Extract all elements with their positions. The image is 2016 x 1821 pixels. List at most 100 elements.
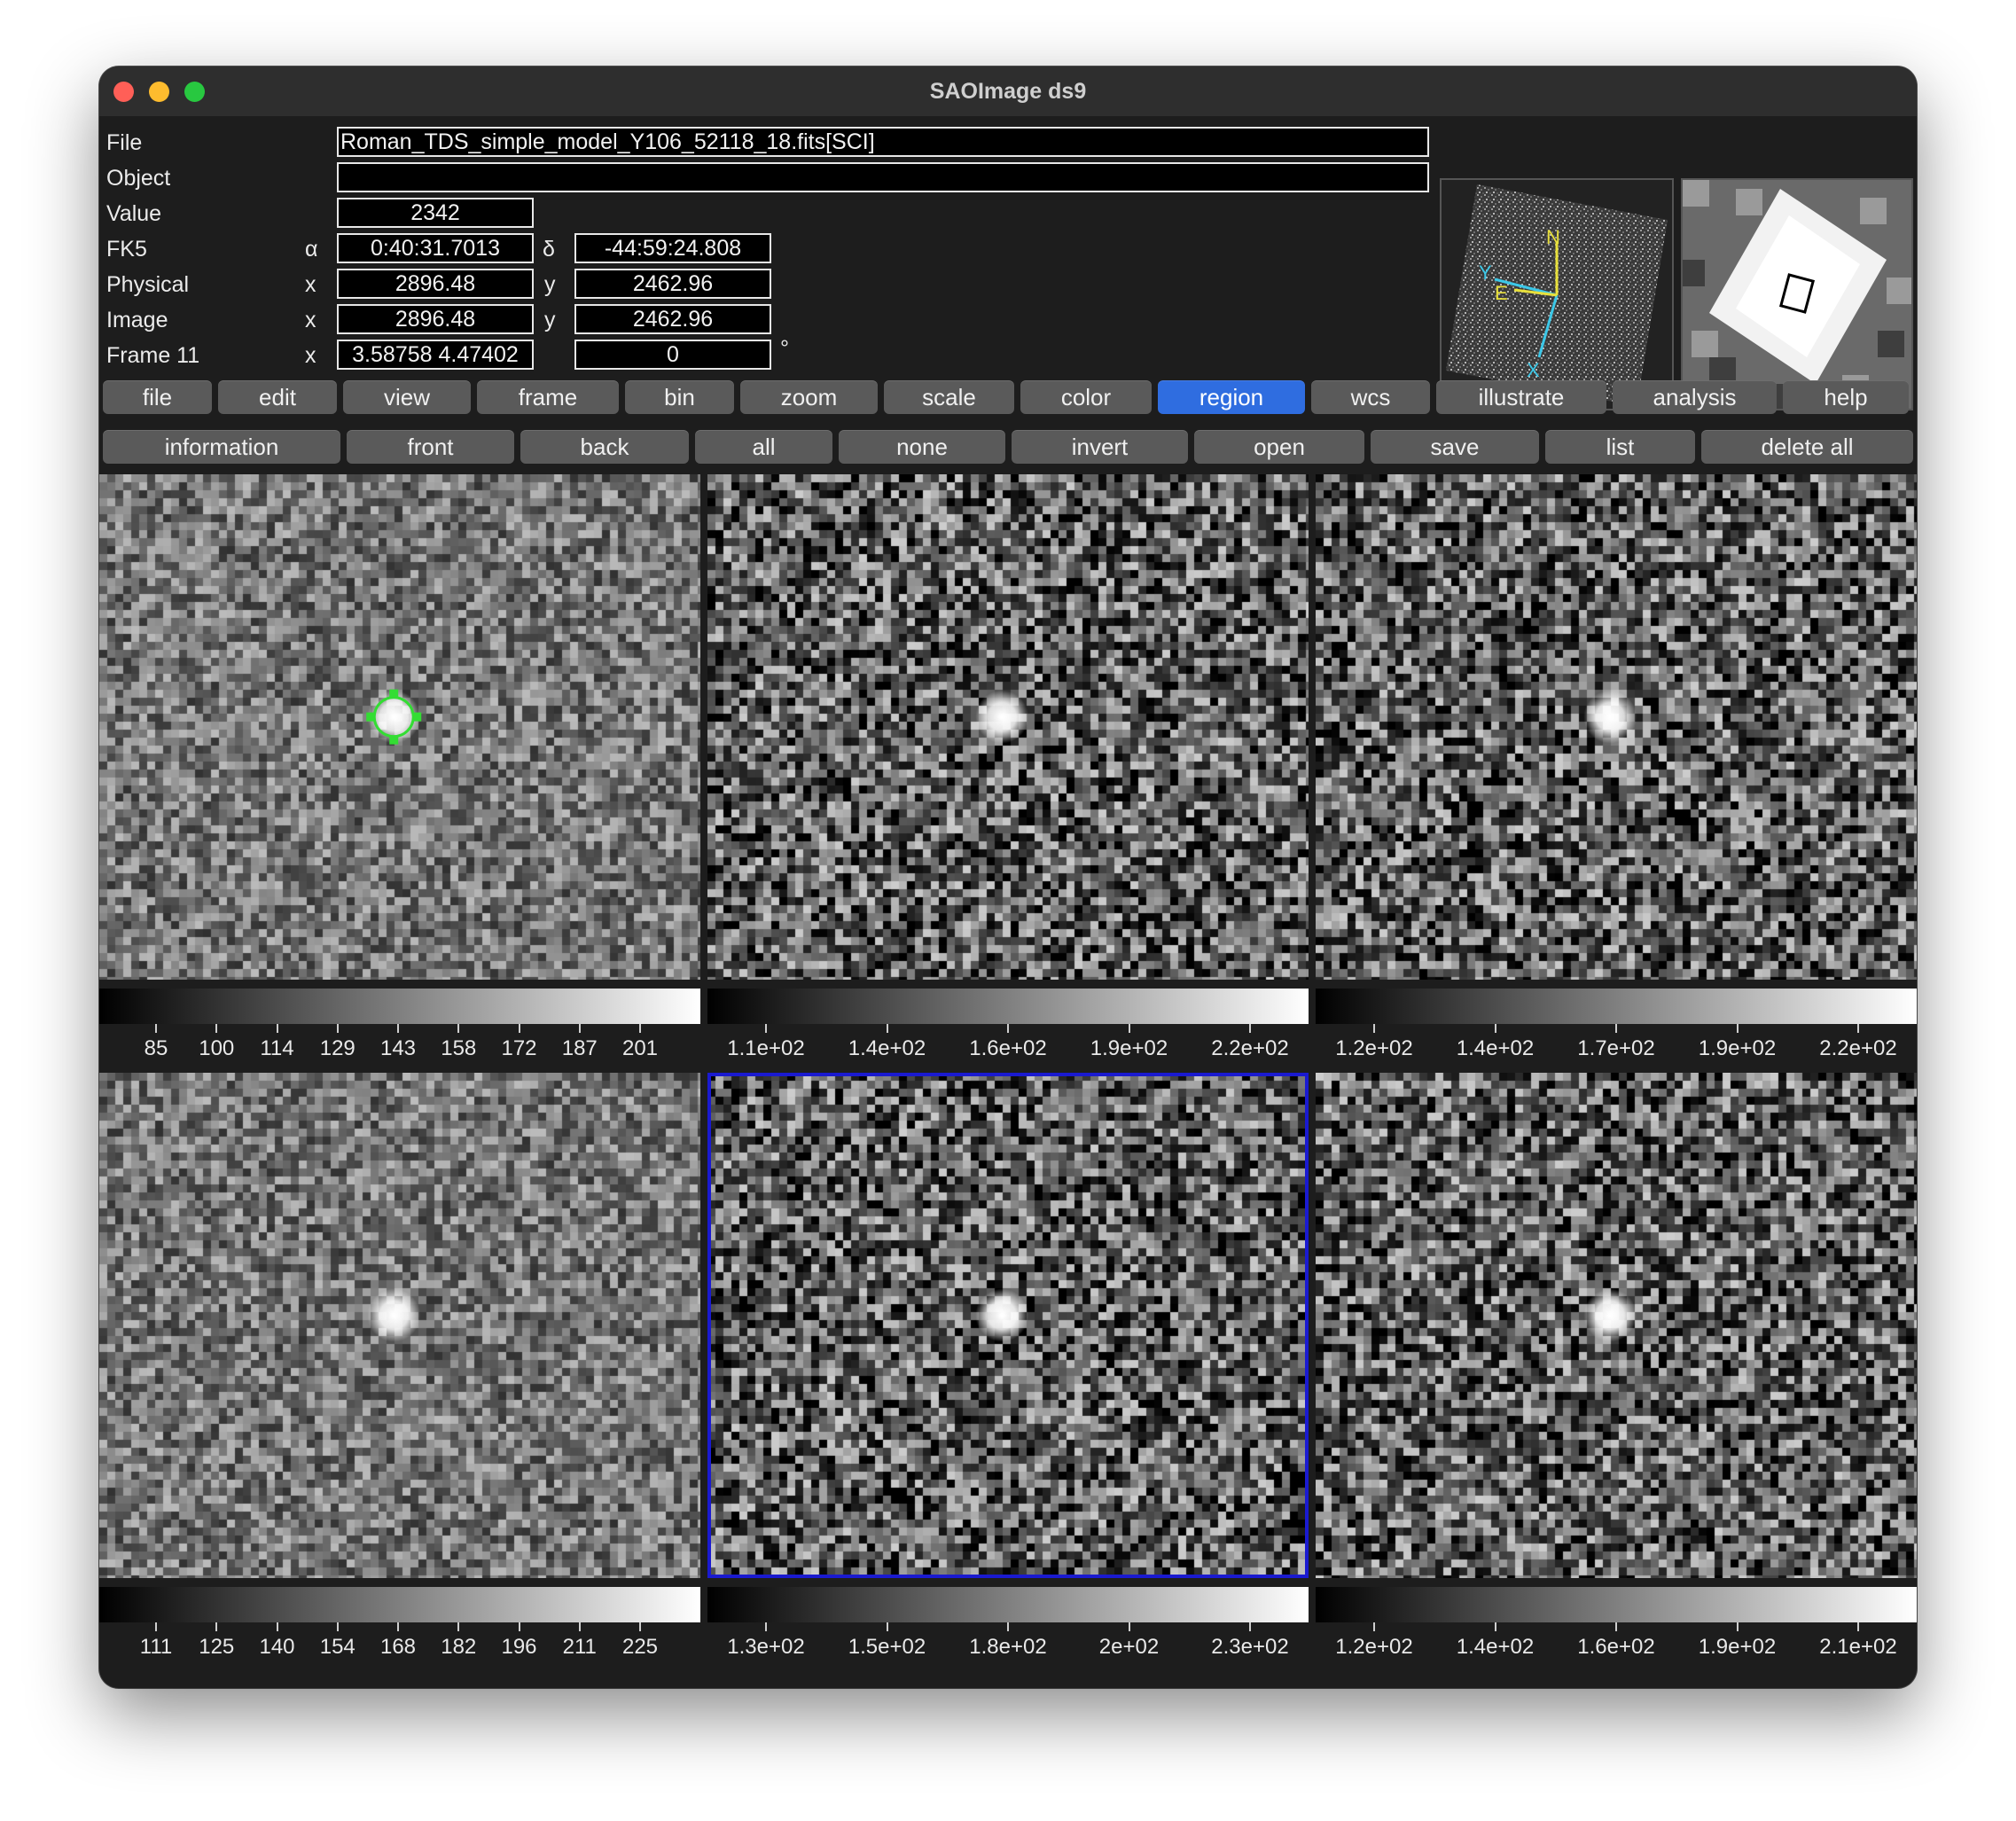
colorbar-tick-label: 182: [441, 1635, 477, 1659]
region-save-button[interactable]: save: [1371, 430, 1539, 464]
frame-tile-1[interactable]: [99, 474, 700, 980]
colorbar-tick: [336, 1622, 339, 1631]
colorbar-ticks-5: [707, 1622, 1309, 1633]
degree-symbol: °: [780, 336, 789, 361]
frame-angle-field[interactable]: 0: [574, 340, 771, 370]
panner[interactable]: N E X Y: [1440, 178, 1674, 410]
menu-frame-button[interactable]: frame: [477, 380, 619, 414]
object-field[interactable]: [337, 162, 1429, 192]
menu-analysis-button[interactable]: analysis: [1613, 380, 1777, 414]
menu-illustrate-button[interactable]: illustrate: [1436, 380, 1606, 414]
delta-symbol: δ: [543, 237, 555, 262]
menu-view-button[interactable]: view: [343, 380, 471, 414]
colorbar-tick-label: 1.2e+02: [1335, 1635, 1413, 1659]
colorbar-tick: [155, 1024, 157, 1033]
colorbar-tick: [1007, 1622, 1009, 1631]
region-circle-marker[interactable]: [99, 474, 700, 980]
fk5-delta-field[interactable]: -44:59:24.808: [574, 233, 771, 263]
menu-scale-button[interactable]: scale: [884, 380, 1014, 414]
frame-image-5[interactable]: [707, 1073, 1309, 1578]
colorbar-tick: [1857, 1622, 1859, 1631]
frame-image-2[interactable]: [707, 474, 1309, 980]
colorbar-tick: [1615, 1622, 1617, 1631]
menu-region-button[interactable]: region: [1158, 380, 1305, 414]
colorbar-tick-label: 2.2e+02: [1211, 1036, 1289, 1060]
colorbar-3[interactable]: [1316, 989, 1917, 1024]
colorbar-tick-label: 1.9e+02: [1698, 1635, 1777, 1659]
colorbar-tick-label: 196: [501, 1635, 537, 1659]
colorbar-1[interactable]: [99, 989, 700, 1024]
frame-tile-6[interactable]: [1316, 1073, 1917, 1578]
colorbar-tick-label: 100: [199, 1036, 235, 1060]
colorbar-labels-6: 1.2e+02 1.4e+02 1.6e+02 1.9e+02 2.1e+02: [1316, 1635, 1917, 1661]
menu-file-button[interactable]: file: [103, 380, 212, 414]
menu-zoom-button[interactable]: zoom: [740, 380, 878, 414]
menu-edit-button[interactable]: edit: [218, 380, 337, 414]
region-invert-button[interactable]: invert: [1012, 430, 1188, 464]
colorbar-tick: [639, 1622, 641, 1631]
colorbar-tick-label: 129: [319, 1036, 356, 1060]
region-list-button[interactable]: list: [1545, 430, 1695, 464]
region-back-button[interactable]: back: [520, 430, 689, 464]
value-label: Value: [106, 201, 162, 226]
colorbar-tick-label: 1.4e+02: [1456, 1635, 1535, 1659]
image-x-symbol: x: [305, 308, 316, 332]
frame-tile-3[interactable]: [1316, 474, 1917, 980]
colorbar-tick-label: 1.9e+02: [1090, 1036, 1168, 1060]
frame-image-4[interactable]: [99, 1073, 700, 1578]
colorbar-tick: [336, 1024, 339, 1033]
menu-bin-button[interactable]: bin: [625, 380, 734, 414]
menu-wcs-button[interactable]: wcs: [1311, 380, 1430, 414]
region-delete-all-button[interactable]: delete all: [1701, 430, 1913, 464]
region-handle[interactable]: [412, 712, 422, 722]
compass-east-label: E: [1495, 282, 1508, 304]
colorbar-4[interactable]: [99, 1587, 700, 1622]
region-handle[interactable]: [389, 735, 399, 745]
colorbar-ticks-4: [99, 1622, 700, 1633]
image-x-field[interactable]: 2896.48: [337, 304, 534, 334]
image-y-field[interactable]: 2462.96: [574, 304, 771, 334]
frame-tile-5[interactable]: [707, 1073, 1309, 1578]
colorbar-tick: [1249, 1622, 1251, 1631]
colorbar-tick-label: 143: [379, 1036, 417, 1060]
colorbar-tick: [155, 1622, 157, 1631]
colorbar-5[interactable]: [707, 1587, 1309, 1622]
colorbar-2[interactable]: [707, 989, 1309, 1024]
magnifier-view: [1683, 180, 1911, 409]
region-information-button[interactable]: information: [103, 430, 340, 464]
colorbar-tick: [1128, 1622, 1130, 1631]
pixel-value-field[interactable]: 2342: [337, 198, 534, 228]
file-field[interactable]: Roman_TDS_simple_model_Y106_52118_18.fit…: [337, 127, 1429, 157]
fk5-label: FK5: [106, 237, 147, 262]
frame-image-6[interactable]: [1316, 1073, 1917, 1578]
frame-zoom-field[interactable]: 3.58758 4.47402: [337, 340, 534, 370]
frame-image-3[interactable]: [1316, 474, 1917, 980]
region-none-button[interactable]: none: [839, 430, 1005, 464]
colorbar-tick: [765, 1024, 767, 1033]
colorbar-tick: [457, 1024, 460, 1033]
region-handle[interactable]: [366, 712, 376, 722]
colorbar-tick-label: 1.9e+02: [1698, 1036, 1777, 1060]
frame-tile-2[interactable]: [707, 474, 1309, 980]
colorbar-tick-label: 2e+02: [1098, 1635, 1160, 1659]
region-handle[interactable]: [389, 689, 399, 699]
physical-label: Physical: [106, 272, 190, 297]
colorbar-tick-label: 1.4e+02: [848, 1036, 926, 1060]
physical-x-field[interactable]: 2896.48: [337, 269, 534, 299]
frame-label: Frame 11: [106, 343, 200, 368]
colorbar-tick-label: 85: [144, 1036, 168, 1060]
object-label: Object: [106, 166, 171, 191]
colorbar-6[interactable]: [1316, 1587, 1917, 1622]
region-all-button[interactable]: all: [695, 430, 832, 464]
region-front-button[interactable]: front: [347, 430, 514, 464]
menu-color-button[interactable]: color: [1020, 380, 1152, 414]
menu-help-button[interactable]: help: [1783, 380, 1909, 414]
colorbar-tick-label: 1.6e+02: [969, 1036, 1047, 1060]
fk5-alpha-field[interactable]: 0:40:31.7013: [337, 233, 534, 263]
colorbar-tick-label: 201: [621, 1036, 659, 1060]
colorbar-tick: [578, 1024, 581, 1033]
region-open-button[interactable]: open: [1194, 430, 1364, 464]
frame-tile-4[interactable]: [99, 1073, 700, 1578]
colorbar-tick-label: 158: [441, 1036, 477, 1060]
physical-y-field[interactable]: 2462.96: [574, 269, 771, 299]
